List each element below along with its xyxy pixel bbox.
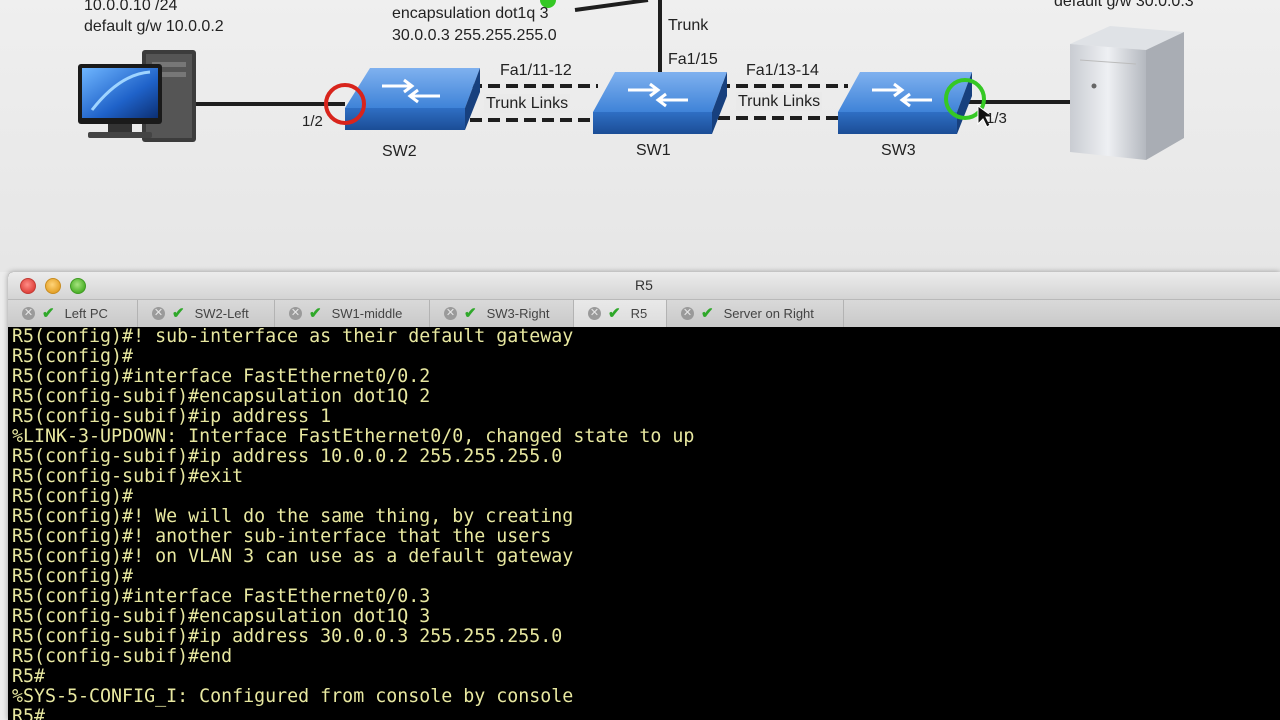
console-line: R5(config-subif)#ip address 10.0.0.2 255… [12, 446, 563, 467]
tab-label: SW2-Left [194, 306, 249, 321]
tab-close-icon[interactable]: ✕ [22, 307, 35, 320]
console-line: %LINK-3-UPDOWN: Interface FastEthernet0/… [12, 426, 695, 447]
left-trunk-links-label: Trunk Links [484, 94, 571, 113]
tab-close-icon[interactable]: ✕ [681, 307, 694, 320]
console-line: R5# [12, 706, 46, 720]
desktop-pc-icon [78, 50, 196, 142]
console-line: R5(config)# [12, 566, 134, 587]
tab-close-icon[interactable]: ✕ [444, 307, 457, 320]
sw2-port-label: 1/2 [302, 113, 323, 130]
tab-sw1-middle[interactable]: ✕ ✔ SW1-middle [275, 300, 430, 327]
server-gateway-label: default g/w 30.0.0.3 [1054, 0, 1194, 10]
right-trunk-ports-label: Fa1/13-14 [746, 62, 819, 79]
left-pc-ip-label: 10.0.0.10 /24 [84, 0, 178, 14]
tab-close-icon[interactable]: ✕ [152, 307, 165, 320]
connected-check-icon: ✔ [309, 305, 322, 322]
tab-label: R5 [630, 306, 648, 321]
tab-label: SW3-Right [486, 306, 550, 321]
sw3-port-label: 1/3 [986, 110, 1007, 127]
tab-sw3-right[interactable]: ✕ ✔ SW3-Right [430, 300, 574, 327]
topology-graphics [78, 0, 1184, 160]
tab-label: SW1-middle [331, 306, 403, 321]
tab-close-icon[interactable]: ✕ [588, 307, 601, 320]
sw1-uplink-port-label: Fa1/15 [668, 51, 718, 68]
server-tower-icon [1070, 26, 1184, 160]
console-line: %SYS-5-CONFIG_I: Configured from console… [12, 686, 574, 707]
console-line: R5(config)#! We will do the same thing, … [12, 506, 574, 527]
connected-check-icon: ✔ [464, 305, 477, 322]
console-line: R5# [12, 666, 46, 687]
left-trunk-ports-label: Fa1/11-12 [500, 62, 572, 79]
sw2-name-label: SW2 [382, 143, 417, 160]
topology-diagram: 10.0.0.10 /24 default g/w 10.0.0.2 1/2 e… [0, 0, 1280, 272]
tab-label: Left PC [64, 306, 108, 321]
tab-close-icon[interactable]: ✕ [289, 307, 302, 320]
tab-label: Server on Right [723, 306, 814, 321]
tab-r5[interactable]: ✕ ✔ R5 [574, 300, 667, 327]
console-line: R5(config)#! sub-interface as their defa… [12, 326, 574, 347]
tab-bar: ✕ ✔ Left PC ✕ ✔ SW2-Left ✕ ✔ SW1-middle … [8, 300, 1280, 328]
console-line: R5(config)#! on VLAN 3 can use as a defa… [12, 546, 574, 567]
sw3-name-label: SW3 [881, 142, 916, 159]
right-trunk-links-label: Trunk Links [736, 92, 823, 111]
console-line: R5(config-subif)#ip address 1 [12, 406, 332, 427]
switch-sw3-icon [838, 72, 972, 134]
window-title: R5 [635, 277, 653, 293]
connected-check-icon: ✔ [701, 305, 714, 322]
router-address-label: 30.0.0.3 255.255.255.0 [392, 27, 557, 44]
left-pc-gateway-label: default g/w 10.0.0.2 [84, 18, 224, 35]
connected-check-icon: ✔ [172, 305, 185, 322]
console-line: R5(config)# [12, 346, 134, 367]
window-titlebar[interactable]: R5 [8, 272, 1280, 300]
connected-check-icon: ✔ [608, 305, 621, 322]
sw1-uplink-trunk-label: Trunk [668, 17, 709, 34]
terminal-console[interactable]: R5(config)#! sub-interface as their defa… [8, 327, 1280, 720]
console-line: R5(config-subif)#encapsulation dot1Q 3 [12, 606, 431, 627]
console-line: R5(config)#interface FastEthernet0/0.3 [12, 586, 431, 607]
console-line: R5(config)#interface FastEthernet0/0.2 [12, 366, 431, 387]
terminal-window: R5 ✕ ✔ Left PC ✕ ✔ SW2-Left ✕ ✔ SW1-midd… [8, 272, 1280, 720]
console-line: R5(config)# [12, 486, 134, 507]
tab-server-on-right[interactable]: ✕ ✔ Server on Right [667, 300, 844, 327]
tab-left-pc[interactable]: ✕ ✔ Left PC [8, 300, 138, 327]
tab-sw2-left[interactable]: ✕ ✔ SW2-Left [138, 300, 275, 327]
router-encapsulation-label: encapsulation dot1q 3 [392, 5, 549, 22]
connected-check-icon: ✔ [42, 305, 55, 322]
sw1-name-label: SW1 [636, 142, 671, 159]
console-line: R5(config)#! another sub-interface that … [12, 526, 552, 547]
console-line: R5(config-subif)#exit [12, 466, 244, 487]
switch-sw1-icon [593, 72, 727, 134]
console-line: R5(config-subif)#end [12, 646, 233, 667]
console-line: R5(config-subif)#ip address 30.0.0.3 255… [12, 626, 563, 647]
console-line: R5(config-subif)#encapsulation dot1Q 2 [12, 386, 431, 407]
arrow-line [574, 0, 649, 12]
